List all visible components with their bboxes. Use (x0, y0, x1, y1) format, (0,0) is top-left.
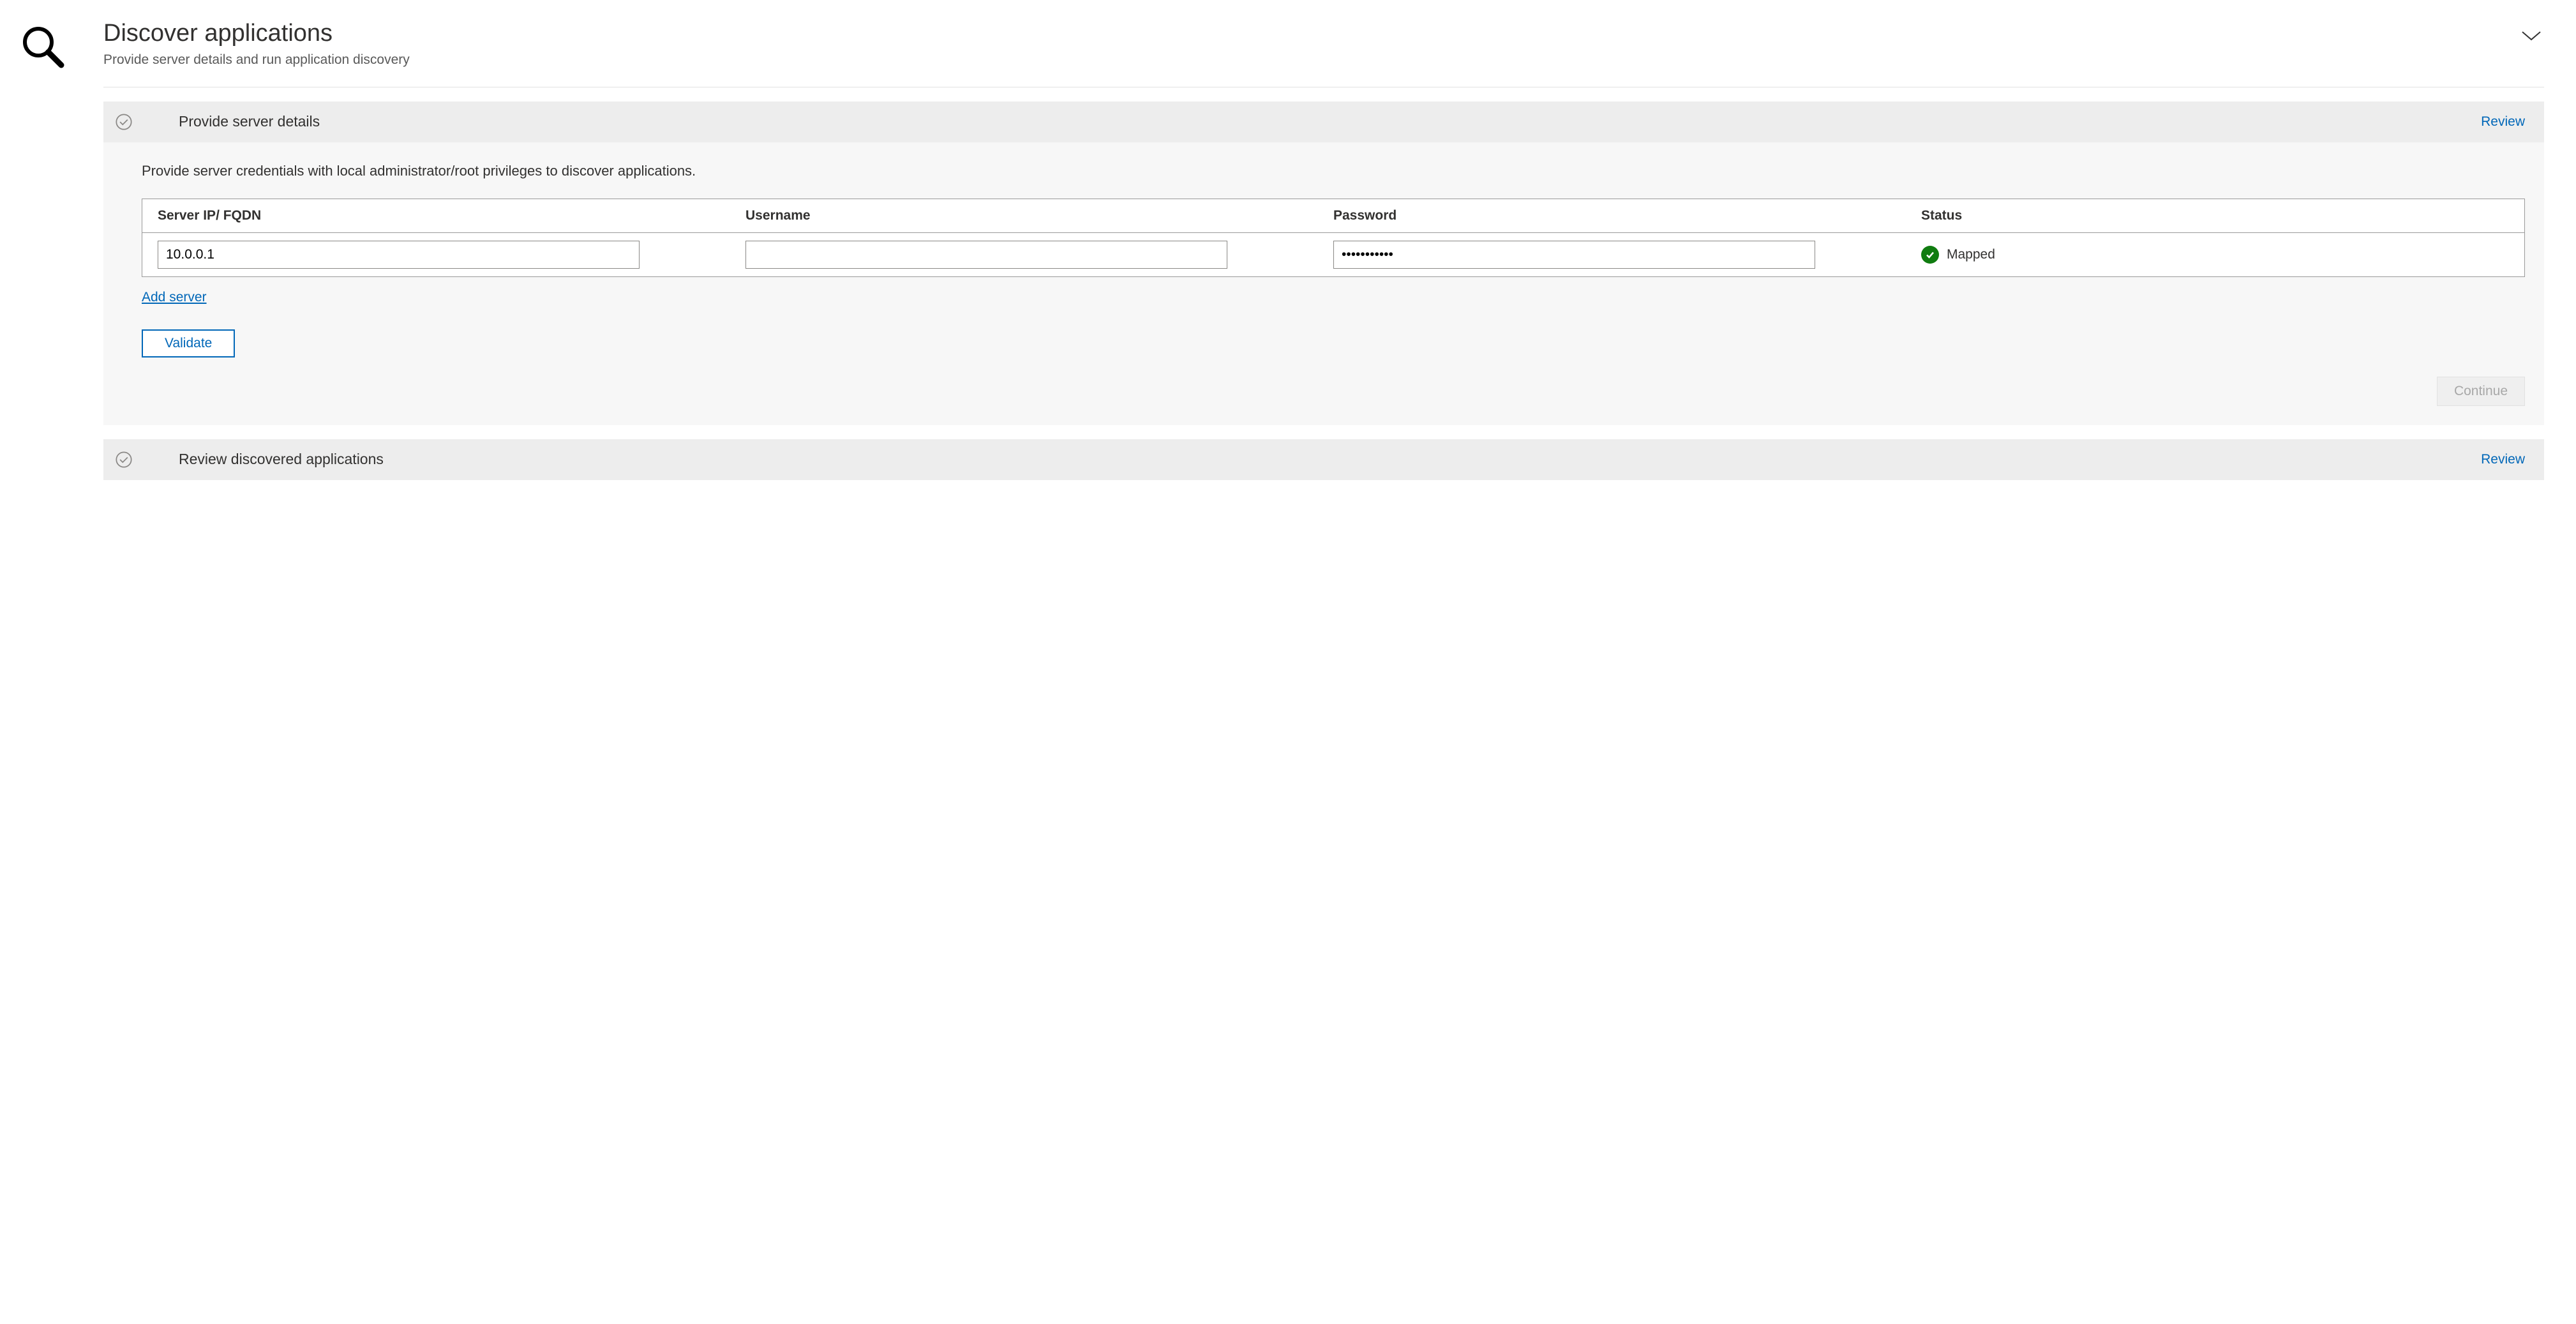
chevron-down-icon[interactable] (2519, 19, 2544, 49)
add-server-link[interactable]: Add server (142, 290, 207, 305)
server-ip-input[interactable] (158, 241, 640, 269)
section-description: Provide server credentials with local ad… (142, 163, 2525, 179)
search-icon (19, 19, 65, 480)
status-success-icon (1921, 246, 1939, 264)
page-subtitle: Provide server details and run applicati… (103, 52, 410, 68)
password-input[interactable] (1333, 241, 1815, 269)
col-header-username: Username (745, 208, 1333, 223)
col-header-password: Password (1333, 208, 1921, 223)
check-circle-icon (115, 113, 133, 131)
section-header-review: Review discovered applications Review (103, 439, 2544, 480)
review-link-review[interactable]: Review (2481, 452, 2525, 467)
col-header-ip: Server IP/ FQDN (158, 208, 745, 223)
check-circle-icon (115, 451, 133, 469)
section-title-review: Review discovered applications (179, 451, 2481, 468)
username-input[interactable] (745, 241, 1227, 269)
section-title-provide: Provide server details (179, 113, 2481, 130)
validate-button[interactable]: Validate (142, 329, 235, 357)
page-title: Discover applications (103, 19, 410, 49)
server-table: Server IP/ FQDN Username Password Status (142, 199, 2525, 277)
section-header-provide: Provide server details Review (103, 102, 2544, 142)
table-row: Mapped (142, 233, 2524, 276)
section-body-provide: Provide server credentials with local ad… (103, 142, 2544, 425)
status-text: Mapped (1947, 247, 1995, 262)
review-link-provide[interactable]: Review (2481, 114, 2525, 130)
continue-button[interactable]: Continue (2437, 377, 2525, 406)
col-header-status: Status (1921, 208, 2509, 223)
